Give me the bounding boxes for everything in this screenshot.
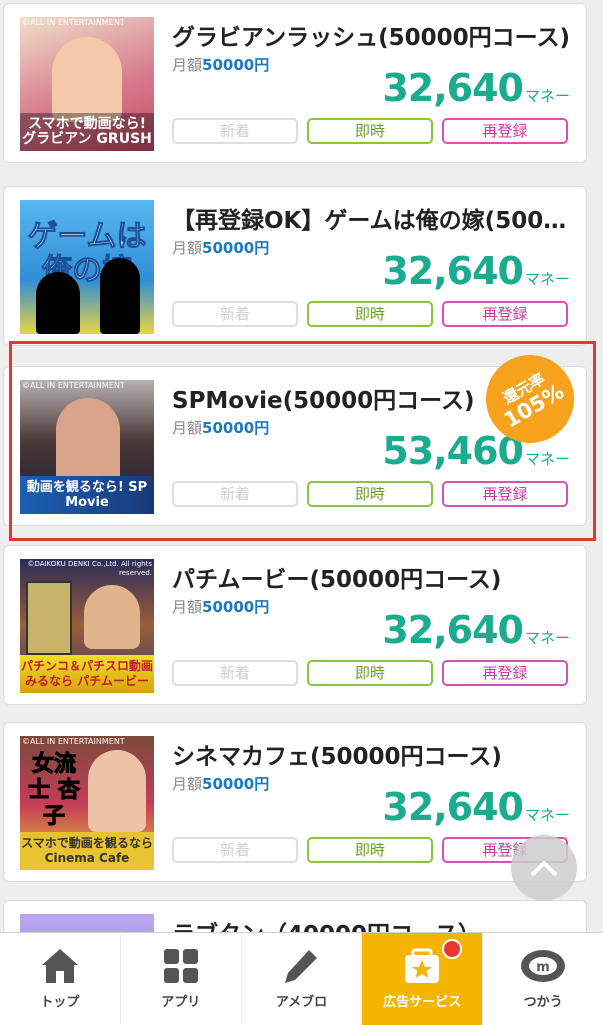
- reward-unit: マネー: [524, 629, 570, 647]
- monthly-price: 50000円: [202, 775, 270, 793]
- tab-ameblo[interactable]: アメブロ: [242, 933, 363, 1025]
- tab-use[interactable]: m つかう: [483, 933, 603, 1025]
- monthly-price: 50000円: [202, 56, 270, 74]
- offer-thumbnail[interactable]: ©ALL IN ENTERTAINMENT 動画を観るなら! SP Movie: [20, 380, 154, 514]
- reward-number: 32,640: [382, 249, 524, 293]
- offer-title[interactable]: グラビアンラッシュ(50000円コース): [172, 18, 572, 52]
- thumbnail-copyright: ©ALL IN ENTERTAINMENT: [22, 18, 125, 27]
- ad-service-icon: [405, 948, 440, 983]
- offer-thumbnail[interactable]: ゲームは 俺の嫁: [20, 200, 154, 334]
- thumbnail-copyright: ©ALL IN ENTERTAINMENT: [22, 737, 125, 746]
- tab-ad-service[interactable]: 広告サービス: [362, 933, 484, 1025]
- tag-reregister: 再登録: [442, 481, 568, 507]
- monthly-label: 月額: [172, 598, 203, 616]
- model-silhouette: [88, 750, 146, 832]
- monthly-fee: 月額50000円: [172, 237, 269, 258]
- thumbnail-copyright: ©ALL IN ENTERTAINMENT: [22, 381, 125, 390]
- monthly-label: 月額: [172, 239, 203, 257]
- tab-label: アプリ: [161, 995, 201, 1010]
- offer-title[interactable]: パチムービー(50000円コース): [172, 560, 572, 594]
- thumbnail-caption: スマホで動画なら! グラビアン GRUSH: [20, 113, 154, 151]
- reward-amount: 32,640 マネー: [382, 608, 570, 652]
- tag-instant: 即時: [307, 481, 433, 507]
- model-silhouette: [84, 585, 140, 649]
- monthly-fee: 月額50000円: [172, 54, 269, 75]
- reward-unit: マネー: [524, 270, 570, 288]
- offer-thumbnail[interactable]: ©ALL IN ENTERTAINMENT 女流士 杏子 スマホで動画を観るなら…: [20, 736, 154, 870]
- tag-new: 新着: [172, 301, 298, 327]
- tab-label: つかう: [523, 995, 563, 1010]
- reward-number: 32,640: [382, 66, 524, 110]
- tag-reregister: 再登録: [442, 118, 568, 144]
- thumbnail-title: 女流士 杏子: [28, 752, 81, 830]
- offer-title[interactable]: ラブタン（40000円コース）: [172, 915, 572, 932]
- offer-card[interactable]: ©DAIKOKU DENKI Co.,Ltd. All rights reser…: [3, 545, 587, 705]
- bottom-tab-bar: トップ アプリ アメブロ 広告サービス m つかう: [0, 932, 603, 1025]
- monthly-label: 月額: [172, 775, 203, 793]
- tab-label: アメブロ: [275, 995, 328, 1010]
- tag-instant: 即時: [307, 837, 433, 863]
- offer-thumbnail[interactable]: [20, 914, 154, 932]
- tab-top[interactable]: トップ: [0, 933, 121, 1025]
- reward-unit: マネー: [524, 87, 570, 105]
- tag-instant: 即時: [307, 660, 433, 686]
- tag-new: 新着: [172, 837, 298, 863]
- monthly-fee: 月額50000円: [172, 773, 269, 794]
- reward-number: 53,460: [382, 429, 524, 473]
- monthly-label: 月額: [172, 56, 203, 74]
- offer-thumbnail[interactable]: ©ALL IN ENTERTAINMENT スマホで動画なら! グラビアン GR…: [20, 17, 154, 151]
- monthly-fee: 月額50000円: [172, 417, 269, 438]
- monthly-price: 50000円: [202, 239, 270, 257]
- offer-feed[interactable]: ©ALL IN ENTERTAINMENT スマホで動画なら! グラビアン GR…: [0, 0, 603, 932]
- reward-unit: マネー: [524, 450, 570, 468]
- scroll-to-top-button[interactable]: [511, 835, 577, 901]
- offer-title[interactable]: 【再登録OK】ゲームは俺の嫁(5000...: [172, 201, 572, 235]
- reward-number: 32,640: [382, 785, 524, 829]
- tab-label: トップ: [40, 995, 80, 1010]
- svg-text:m: m: [536, 960, 550, 975]
- chevron-up-icon: [531, 861, 557, 876]
- monthly-label: 月額: [172, 419, 203, 437]
- monthly-price: 50000円: [202, 598, 270, 616]
- pencil-icon: [285, 950, 318, 983]
- apps-icon: [163, 949, 198, 983]
- offer-thumbnail[interactable]: ©DAIKOKU DENKI Co.,Ltd. All rights reser…: [20, 559, 154, 693]
- silhouette-left: [36, 272, 80, 334]
- home-icon: [41, 949, 78, 983]
- model-silhouette: [52, 37, 122, 122]
- thumbnail-caption: 動画を観るなら! SP Movie: [20, 476, 154, 514]
- monthly-price: 50000円: [202, 419, 270, 437]
- offer-card[interactable]: ©ALL IN ENTERTAINMENT 動画を観るなら! SP Movie …: [3, 338, 591, 526]
- offer-card[interactable]: ゲームは 俺の嫁 【再登録OK】ゲームは俺の嫁(5000... 月額50000円…: [3, 186, 587, 346]
- thumbnail-caption: パチンコ＆パチスロ動画みるなら パチムービー: [20, 655, 154, 693]
- tag-reregister: 再登録: [442, 301, 568, 327]
- reward-amount: 32,640 マネー: [382, 66, 570, 110]
- monthly-fee: 月額50000円: [172, 596, 269, 617]
- offer-card[interactable]: ©ALL IN ENTERTAINMENT 女流士 杏子 スマホで動画を観るなら…: [3, 722, 587, 882]
- tag-instant: 即時: [307, 301, 433, 327]
- tag-new: 新着: [172, 481, 298, 507]
- offer-title[interactable]: シネマカフェ(50000円コース): [172, 737, 572, 771]
- tag-new: 新着: [172, 118, 298, 144]
- model-silhouette: [56, 398, 120, 488]
- reward-unit: マネー: [524, 806, 570, 824]
- tab-apps[interactable]: アプリ: [121, 933, 242, 1025]
- notification-dot: [442, 939, 463, 959]
- coin-icon: m: [521, 950, 566, 982]
- offer-card[interactable]: ラブタン（40000円コース）: [3, 900, 587, 932]
- tab-label: 広告サービス: [383, 995, 462, 1010]
- reward-amount: 32,640 マネー: [382, 785, 570, 829]
- tag-new: 新着: [172, 660, 298, 686]
- reward-number: 32,640: [382, 608, 524, 652]
- offer-card[interactable]: ©ALL IN ENTERTAINMENT スマホで動画なら! グラビアン GR…: [3, 3, 587, 163]
- tag-instant: 即時: [307, 118, 433, 144]
- silhouette-right: [100, 258, 140, 334]
- tag-reregister: 再登録: [442, 660, 568, 686]
- thumbnail-copyright: ©DAIKOKU DENKI Co.,Ltd. All rights reser…: [27, 560, 152, 577]
- slot-machine: [26, 581, 72, 655]
- thumbnail-caption: スマホで動画を観るなら Cinema Cafe: [20, 832, 154, 870]
- reward-amount: 32,640 マネー: [382, 249, 570, 293]
